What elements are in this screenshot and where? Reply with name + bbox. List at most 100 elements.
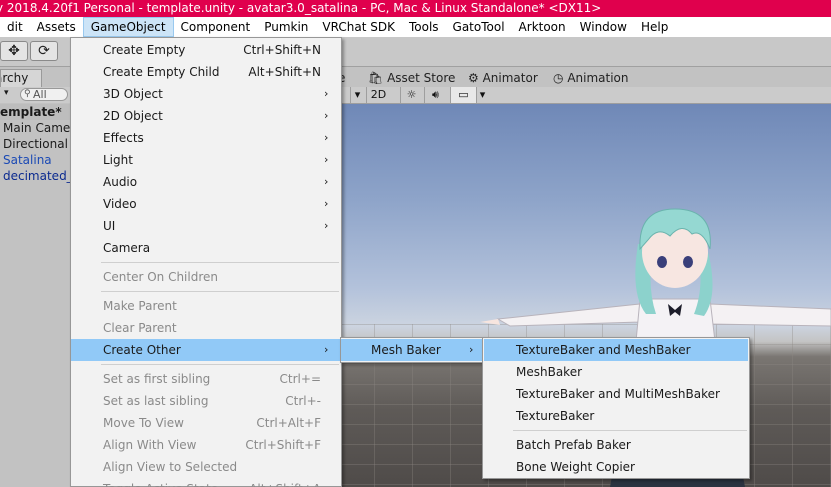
menu-item-label: Light [103, 153, 133, 167]
tab-animation-label: Animation [567, 71, 629, 85]
tab-animator-label: Animator [482, 71, 538, 85]
menu-item-texturebaker-and-multimeshbaker[interactable]: TextureBaker and MultiMeshBaker [483, 383, 749, 405]
effects-dropdown-icon[interactable]: ▾ [476, 87, 488, 103]
menu-item-label: Create Empty Child [103, 65, 220, 79]
menu-item-texturebaker[interactable]: TextureBaker [483, 405, 749, 427]
menu-assets[interactable]: Assets [30, 17, 83, 37]
menu-item-mesh-baker[interactable]: Mesh Baker › [341, 339, 483, 361]
menu-window[interactable]: Window [573, 17, 634, 37]
menu-component[interactable]: Component [174, 17, 258, 37]
rotate-icon: ⟳ [38, 43, 50, 59]
submenu-arrow-icon: › [324, 343, 329, 356]
menu-item-label: Camera [103, 241, 151, 255]
menu-item-ui[interactable]: UI › [71, 215, 341, 237]
menu-item-shortcut: Ctrl+- [285, 394, 321, 408]
menu-item-label: 2D Object [103, 109, 163, 123]
submenu-arrow-icon: › [324, 87, 329, 100]
menu-item-label: Audio [103, 175, 138, 189]
tab-asset-store[interactable]: 🛍︎ Asset Store [368, 70, 455, 86]
menu-item-create-empty-child[interactable]: Create Empty Child Alt+Shift+N [71, 61, 341, 83]
menu-item-effects[interactable]: Effects › [71, 127, 341, 149]
menu-item-label: Create Other [103, 343, 181, 357]
menu-item-create-empty[interactable]: Create Empty Ctrl+Shift+N [71, 39, 341, 61]
menu-item-meshbaker[interactable]: MeshBaker [483, 361, 749, 383]
lighting-toggle-icon[interactable]: ☼ [400, 87, 422, 103]
menu-item-label: Batch Prefab Baker [516, 438, 631, 452]
menu-item-create-other[interactable]: Create Other › [71, 339, 341, 361]
window-title: y 2018.4.20f1 Personal - template.unity … [0, 1, 602, 15]
submenu-arrow-icon: › [324, 197, 329, 210]
menu-item-light[interactable]: Light › [71, 149, 341, 171]
menu-gatotool[interactable]: GatoTool [446, 17, 512, 37]
menu-item-label: Bone Weight Copier [516, 460, 635, 474]
menu-item-label: Make Parent [103, 299, 177, 313]
menu-item-shortcut: Alt+Shift+A [249, 478, 321, 487]
menu-item-label: TextureBaker and MeshBaker [516, 343, 691, 357]
hierarchy-item-directional[interactable]: Directional [0, 136, 70, 152]
menu-separator [101, 364, 339, 365]
menu-item-label: 3D Object [103, 87, 163, 101]
hierarchy-item-label: Satalina [3, 153, 52, 167]
menu-item-label: Align View to Selected [103, 460, 238, 474]
menu-separator [101, 291, 339, 292]
menu-item-label: Create Empty [103, 43, 186, 57]
menu-gameobject[interactable]: GameObject [82, 17, 174, 37]
hierarchy-item-main-camera[interactable]: Main Came [0, 120, 70, 136]
menu-item-batch-prefab-baker[interactable]: Batch Prefab Baker [483, 434, 749, 456]
tab-animation[interactable]: ◷ Animation [553, 70, 629, 86]
menu-help[interactable]: Help [634, 17, 675, 37]
menu-arktoon[interactable]: Arktoon [512, 17, 573, 37]
create-other-submenu: Mesh Baker › [340, 337, 484, 363]
menu-item-3d-object[interactable]: 3D Object › [71, 83, 341, 105]
move-icon: ✥ [8, 43, 20, 59]
menu-pumkin[interactable]: Pumkin [257, 17, 315, 37]
tab-asset-store-label: Asset Store [387, 71, 456, 85]
menu-item-clear-parent: Clear Parent [71, 317, 341, 339]
move-tool-button[interactable]: ✥ [0, 41, 28, 61]
menu-item-label: Video [103, 197, 137, 211]
menu-separator [101, 262, 339, 263]
menu-item-bone-weight-copier[interactable]: Bone Weight Copier [483, 456, 749, 478]
menu-item-label: Align With View [103, 438, 197, 452]
menu-item-label: TextureBaker and MultiMeshBaker [516, 387, 720, 401]
menu-item-audio[interactable]: Audio › [71, 171, 341, 193]
toggle-2d-button[interactable]: 2D [366, 87, 390, 103]
scene-header[interactable]: emplate* [0, 104, 70, 120]
menu-item-label: Toggle Active State [103, 478, 218, 487]
menu-item-label: Effects [103, 131, 144, 145]
submenu-arrow-icon: › [324, 175, 329, 188]
window-title-bar: y 2018.4.20f1 Personal - template.unity … [0, 0, 831, 17]
menu-item-label: UI [103, 219, 116, 233]
create-dropdown-icon[interactable]: ▾ [4, 88, 9, 98]
menu-item-label: Clear Parent [103, 321, 177, 335]
menu-item-label: Set as first sibling [103, 372, 211, 386]
menu-separator [513, 430, 747, 431]
menu-edit[interactable]: dit [0, 17, 30, 37]
menu-item-shortcut: Ctrl+Alt+F [256, 416, 321, 430]
rotate-tool-button[interactable]: ⟳ [30, 41, 58, 61]
menu-item-label: Move To View [103, 416, 184, 430]
effects-toggle-icon[interactable]: ▭ [450, 87, 476, 103]
menu-item-2d-object[interactable]: 2D Object › [71, 105, 341, 127]
menu-item-camera[interactable]: Camera [71, 237, 341, 259]
gameobject-menu: Create Empty Ctrl+Shift+N Create Empty C… [70, 37, 342, 487]
hierarchy-item-label: decimated_ [3, 169, 70, 183]
shading-dropdown-icon[interactable]: ▾ [350, 87, 364, 103]
menu-item-texturebaker-and-meshbaker[interactable]: TextureBaker and MeshBaker [484, 339, 748, 361]
menu-item-video[interactable]: Video › [71, 193, 341, 215]
hierarchy-item-decimated[interactable]: decimated_ [0, 168, 70, 184]
hierarchy-item-satalina[interactable]: Satalina [0, 152, 70, 168]
tab-animator[interactable]: ⚙ Animator [468, 70, 538, 86]
menu-item-label: Mesh Baker [371, 343, 441, 357]
submenu-arrow-icon: › [469, 343, 474, 356]
menu-item-shortcut: Ctrl+= [279, 372, 321, 386]
menu-tools[interactable]: Tools [402, 17, 446, 37]
menu-item-set-first-sibling: Set as first sibling Ctrl+= [71, 368, 341, 390]
audio-toggle-icon[interactable]: 🔊︎ [424, 87, 446, 103]
menu-item-label: MeshBaker [516, 365, 583, 379]
menu-item-shortcut: Ctrl+Shift+F [245, 438, 321, 452]
submenu-arrow-icon: › [324, 109, 329, 122]
menu-vrchat-sdk[interactable]: VRChat SDK [315, 17, 402, 37]
hierarchy-search-input[interactable]: ⚲ All [20, 88, 68, 101]
tab-hierarchy[interactable]: archy [0, 69, 42, 87]
